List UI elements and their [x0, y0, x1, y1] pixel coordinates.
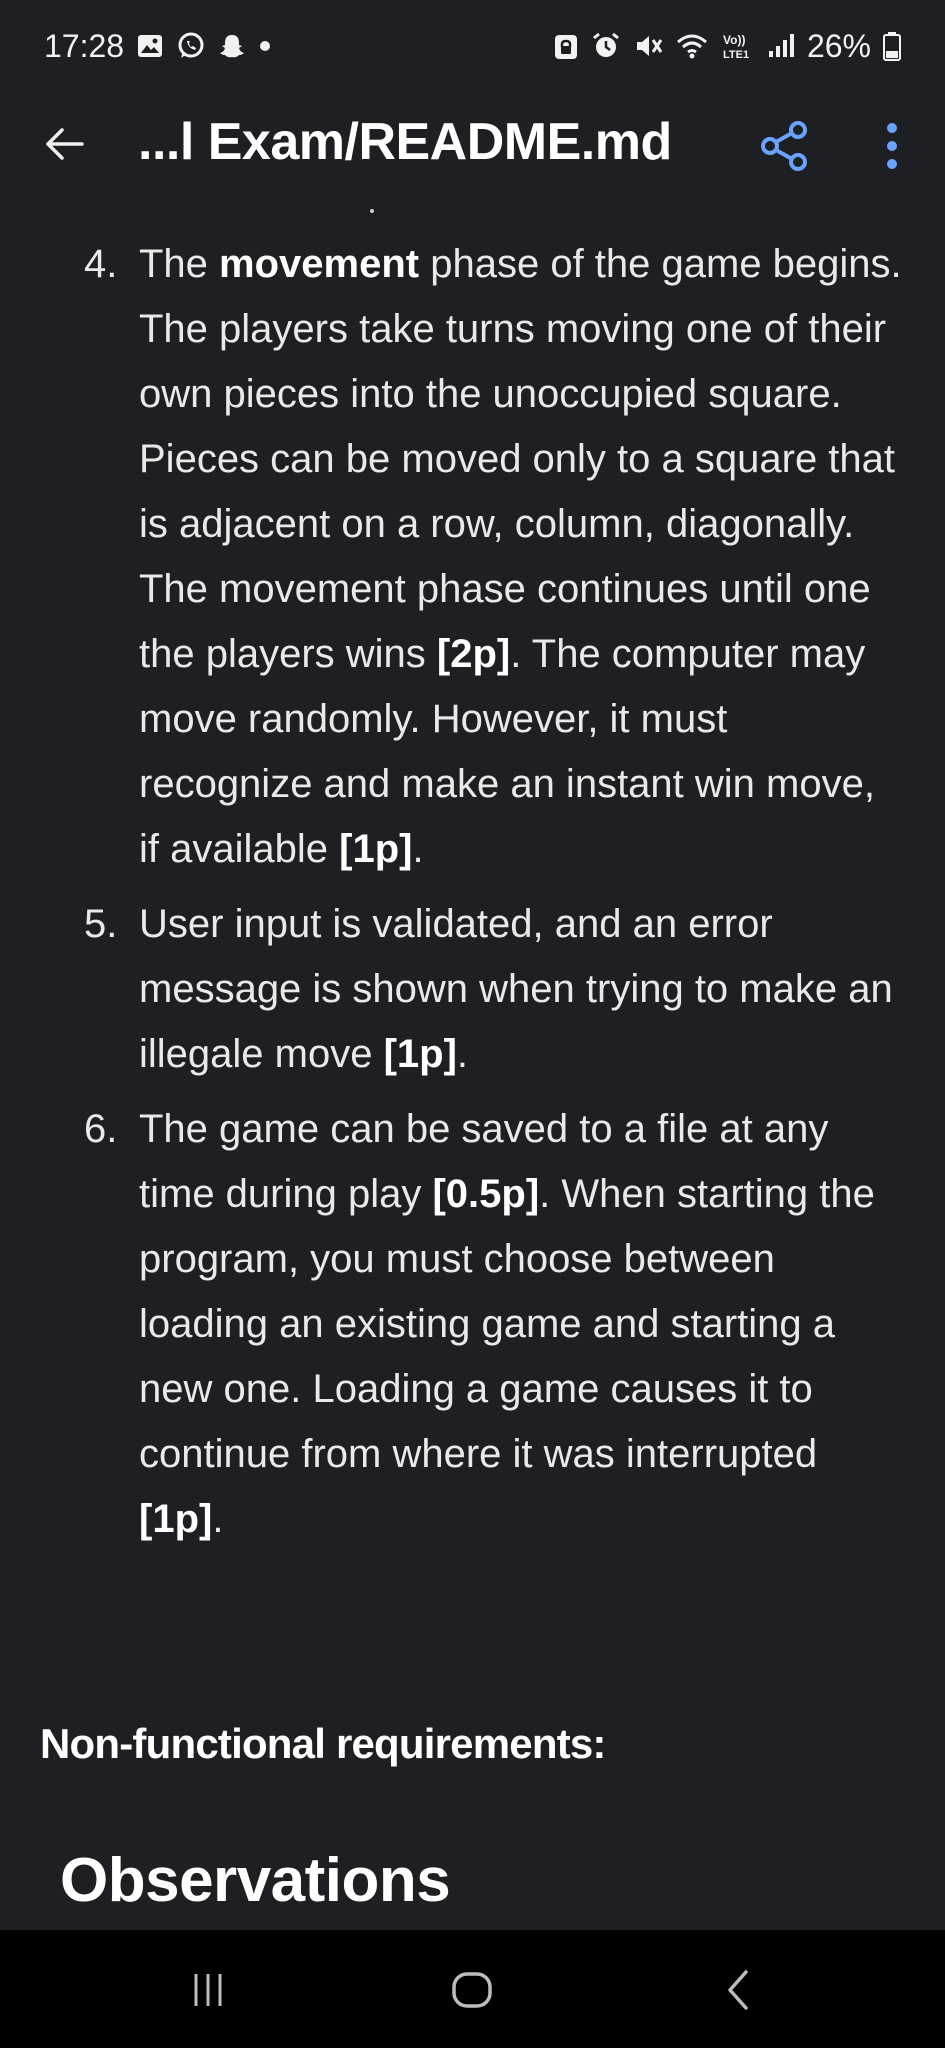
status-time: 17:28: [44, 27, 125, 64]
recent-apps-icon[interactable]: [178, 1960, 238, 2020]
bold-text: [1p]: [339, 827, 413, 871]
list-item-text: . When starting the program, you must ch…: [139, 1172, 875, 1476]
list-item-text: phase of the game begins. The players ta…: [139, 242, 902, 676]
bold-text: [1p]: [383, 1032, 457, 1076]
list-item-number: 6.: [84, 1107, 118, 1151]
wifi-icon: [675, 31, 709, 61]
home-icon[interactable]: [442, 1960, 502, 2020]
snapchat-icon: [218, 32, 246, 60]
battery-percent: 26%: [806, 27, 871, 64]
readme-content: 4. The movement phase of the game begins.…: [0, 232, 945, 1562]
non-functional-heading: Non-functional requirements:: [40, 1720, 606, 1767]
list-item: 5. User input is validated, and an error …: [0, 892, 945, 1087]
list-item-number: 4.: [84, 242, 118, 286]
list-item-text: The: [139, 242, 220, 286]
lock-icon: [553, 31, 579, 61]
mute-icon: [633, 31, 663, 61]
scroll-dot: [370, 209, 374, 213]
svg-text:Vo)): Vo)): [723, 33, 745, 47]
arrow-left-icon[interactable]: [40, 120, 88, 168]
whatsapp-icon: [176, 31, 206, 61]
bold-text: [1p]: [139, 1497, 213, 1541]
bold-text: [0.5p]: [432, 1172, 540, 1216]
dot-icon: [258, 39, 272, 53]
page-title: ...l Exam/README.md: [138, 113, 672, 171]
bold-text: movement: [219, 242, 420, 286]
volte-icon: Vo)) LTE1: [721, 31, 755, 61]
svg-text:LTE1: LTE1: [723, 49, 749, 61]
gallery-icon: [136, 32, 164, 60]
observations-heading: Observations: [60, 1846, 451, 1915]
list-item-number: 5.: [84, 902, 118, 946]
list-item-text: .: [212, 1497, 224, 1541]
list-item: 4. The movement phase of the game begins.…: [0, 232, 945, 882]
app-bar: ...l Exam/README.md: [0, 92, 945, 192]
share-icon[interactable]: [756, 118, 812, 174]
requirements-list: 4. The movement phase of the game begins.…: [0, 232, 945, 1552]
signal-icon: [767, 33, 795, 59]
back-icon[interactable]: [708, 1960, 768, 2020]
battery-icon: [883, 31, 901, 61]
list-item-text: .: [456, 1032, 469, 1076]
status-bar-right: Vo)) LTE1 26%: [553, 28, 901, 65]
list-item-text: User input is validated, and an error me…: [139, 902, 893, 1076]
status-bar: 17:28 Vo)) LTE1 26%: [0, 0, 945, 92]
alarm-icon: [591, 31, 621, 61]
list-item: 6. The game can be saved to a file at any…: [0, 1097, 945, 1552]
list-item-text: .: [412, 827, 424, 871]
more-vert-icon[interactable]: [872, 116, 912, 176]
status-bar-left: 17:28: [44, 28, 272, 65]
navigation-bar: [0, 1930, 945, 2048]
bold-text: [2p]: [436, 632, 511, 676]
